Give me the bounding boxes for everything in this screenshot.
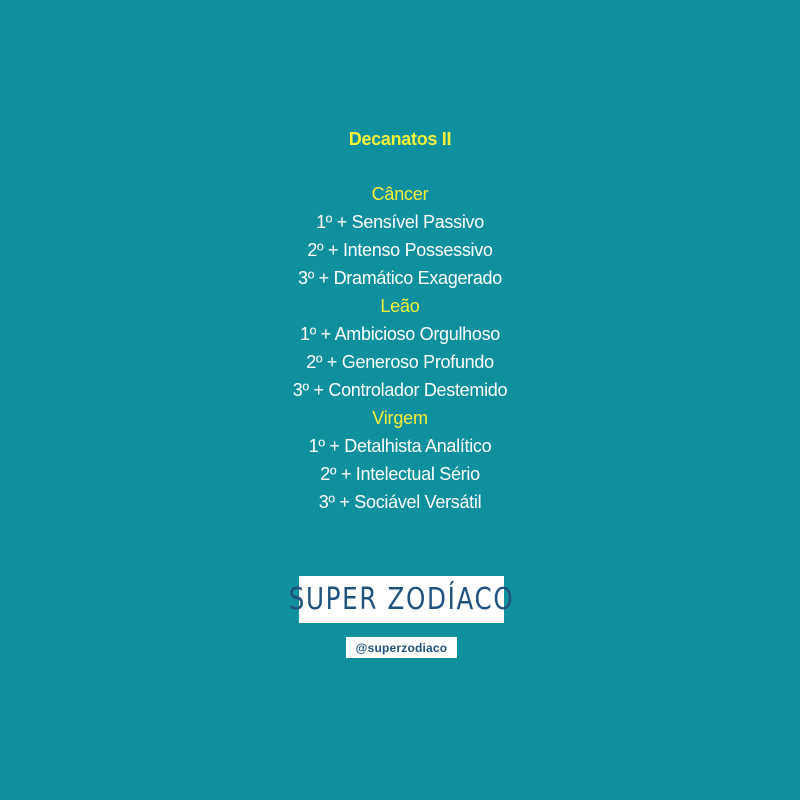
decanato-item: 2º + Intenso Possessivo bbox=[307, 240, 493, 260]
brand-handle: @superzodiaco bbox=[355, 640, 448, 655]
sign-heading-virgem: Virgem bbox=[372, 408, 428, 428]
decanato-item: 2º + Intelectual Sério bbox=[320, 464, 480, 484]
sign-heading-leao: Leão bbox=[380, 296, 420, 316]
decanato-item: 3º + Dramático Exagerado bbox=[298, 268, 502, 288]
brand-handle-badge: @superzodiaco bbox=[346, 637, 457, 658]
decanato-item: 1º + Detalhista Analítico bbox=[308, 436, 492, 456]
brand-logo: SUPER ZODÍACO bbox=[289, 576, 513, 623]
decanato-item: 1º + Ambicioso Orgulhoso bbox=[300, 324, 500, 344]
decanato-item: 3º + Controlador Destemido bbox=[292, 380, 508, 400]
page-title: Decanatos II bbox=[348, 129, 452, 149]
sign-heading-cancer: Câncer bbox=[371, 184, 429, 204]
decanatos-list: Decanatos II Câncer 1º + Sensível Passiv… bbox=[0, 124, 800, 516]
brand-logo-text: SUPER ZODÍACO bbox=[288, 582, 515, 617]
decanato-item: 3º + Sociável Versátil bbox=[318, 492, 482, 512]
decanato-item: 2º + Generoso Profundo bbox=[306, 352, 494, 372]
decanato-item: 1º + Sensível Passivo bbox=[316, 212, 484, 232]
